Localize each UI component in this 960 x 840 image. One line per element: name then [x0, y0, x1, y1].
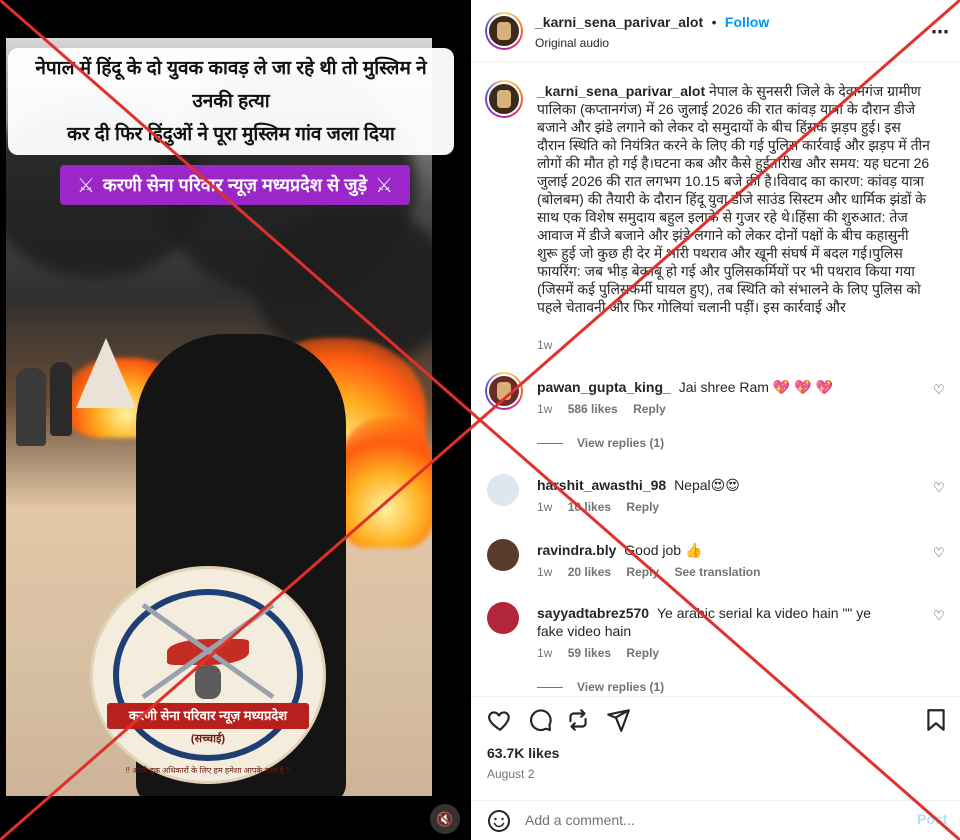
comment-likes[interactable]: 586 likes [568, 402, 618, 416]
comment-content: harshit_awasthi_98 Nepal😍😍 [537, 476, 917, 494]
commenter-avatar[interactable] [487, 474, 519, 506]
crossed-swords-icon: ⚔ [375, 174, 394, 197]
comment-time: 1w [537, 565, 553, 579]
comment-likes[interactable]: 10 likes [568, 500, 611, 514]
comment-time: 1w [537, 646, 553, 660]
see-translation-button[interactable]: See translation [674, 565, 760, 579]
logo-subtitle: (सच्चाई) [190, 733, 226, 745]
comment-likes[interactable]: 59 likes [568, 646, 611, 660]
likes-count[interactable]: 63.7K likes [487, 745, 559, 761]
view-replies-label: View replies (1) [577, 680, 665, 694]
reply-button[interactable]: Reply [633, 402, 666, 416]
add-comment-bar: Post [471, 800, 960, 840]
comment-username[interactable]: sayyadtabrez570 [537, 605, 649, 621]
divider-line [537, 686, 563, 688]
bookmark-icon[interactable] [923, 707, 949, 733]
view-replies-label: View replies (1) [577, 436, 665, 450]
view-replies-button[interactable]: View replies (1) [537, 680, 664, 694]
audio-label[interactable]: Original audio [535, 36, 609, 50]
crossed-swords-icon [141, 602, 275, 700]
post-comment-button[interactable]: Post [917, 811, 947, 827]
follow-button[interactable]: Follow [725, 14, 769, 30]
post-header: _karni_sena_parivar_alot • Follow Origin… [471, 0, 960, 62]
comment-text: Nepal😍😍 [674, 477, 740, 493]
separator-dot: • [711, 14, 717, 30]
post-media[interactable]: नेपाल में हिंदू के दो युवक कावड़ ले जा र… [0, 0, 471, 840]
banner-text: करणी सेना परिवार न्यूज़ मध्यप्रदेश से जु… [102, 175, 368, 195]
person-figure [16, 368, 46, 446]
comment-time: 1w [537, 500, 553, 514]
comment-content: sayyadtabrez570 Ye arabic serial ka vide… [537, 604, 897, 640]
commenter-avatar[interactable] [487, 602, 519, 634]
more-options-icon[interactable]: ⋯ [931, 22, 950, 43]
caption-line-2: कर दी फिर हिंदुओं ने पूरा मुस्लिम गांव ज… [67, 124, 395, 145]
comment-content: ravindra.bly Good job 👍 [537, 541, 917, 559]
caption-time: 1w [537, 338, 553, 352]
send-icon[interactable] [605, 707, 631, 733]
comments-section[interactable]: _karni_sena_parivar_alot नेपाल के सुनसरी… [471, 62, 960, 694]
comment-content: pawan_gupta_king_ Jai shree Ram 💖 💖 💖 [537, 378, 917, 396]
heart-icon[interactable] [487, 707, 513, 733]
comment-username[interactable]: pawan_gupta_king_ [537, 379, 671, 395]
caption-body: नेपाल के सुनसरी जिले के देवानगंज ग्रामीण… [537, 83, 930, 315]
fire [336, 418, 432, 548]
comment-icon[interactable] [527, 707, 553, 733]
action-bar: 63.7K likes August 2 [471, 696, 960, 800]
crossed-swords-icon: ⚔ [76, 174, 95, 197]
post-caption: _karni_sena_parivar_alot नेपाल के सुनसरी… [537, 82, 932, 316]
header-title-row: _karni_sena_parivar_alot • Follow [535, 14, 769, 32]
comment-meta: 1w 59 likes Reply [537, 646, 671, 660]
comment-meta: 1w 10 likes Reply [537, 500, 671, 514]
emoji-icon[interactable] [487, 809, 511, 833]
view-replies-button[interactable]: View replies (1) [537, 436, 664, 450]
comment-text: Jai shree Ram 💖 💖 💖 [678, 379, 833, 395]
comment-text: Good job 👍 [624, 542, 703, 558]
comment-like-heart-icon[interactable]: ♡ [933, 608, 945, 624]
comment-like-heart-icon[interactable]: ♡ [933, 382, 945, 398]
reply-button[interactable]: Reply [626, 500, 659, 514]
commenter-avatar[interactable] [485, 372, 523, 410]
post-panel: _karni_sena_parivar_alot • Follow Origin… [471, 0, 960, 840]
logo-ribbon: करणी सेना परिवार न्यूज़ मध्यप्रदेश [107, 703, 309, 729]
comment-meta: 1w 20 likes Reply See translation [537, 565, 772, 579]
comment-likes[interactable]: 20 likes [568, 565, 611, 579]
author-avatar[interactable] [485, 12, 523, 50]
divider-line [537, 442, 563, 444]
reply-button[interactable]: Reply [626, 646, 659, 660]
comment-like-heart-icon[interactable]: ♡ [933, 480, 945, 496]
comment-username[interactable]: ravindra.bly [537, 542, 616, 558]
speaker-muted-icon[interactable]: 🔇 [430, 804, 460, 834]
commenter-avatar[interactable] [487, 539, 519, 571]
comment-meta: 1w 586 likes Reply [537, 402, 678, 416]
comment-username[interactable]: harshit_awasthi_98 [537, 477, 666, 493]
person-figure [50, 362, 72, 436]
comment-input[interactable] [525, 809, 885, 831]
comment-time: 1w [537, 402, 553, 416]
post-date: August 2 [487, 767, 535, 781]
comment-like-heart-icon[interactable]: ♡ [933, 545, 945, 561]
author-username[interactable]: _karni_sena_parivar_alot [535, 14, 703, 30]
channel-logo: करणी सेना परिवार न्यूज़ मध्यप्रदेश (सच्च… [90, 566, 326, 784]
caption-author-avatar[interactable] [485, 80, 523, 118]
caption-username[interactable]: _karni_sena_parivar_alot [537, 83, 705, 99]
repost-icon[interactable] [565, 707, 591, 733]
reply-button[interactable]: Reply [626, 565, 659, 579]
channel-banner: ⚔ करणी सेना परिवार न्यूज़ मध्यप्रदेश से … [60, 165, 410, 205]
video-caption: नेपाल में हिंदू के दो युवक कावड़ ले जा र… [8, 48, 454, 155]
caption-line-1: नेपाल में हिंदू के दो युवक कावड़ ले जा र… [35, 58, 427, 112]
logo-tagline: !! अपने हक अधिकारों के लिए हम हमेशा आपके… [125, 766, 291, 775]
